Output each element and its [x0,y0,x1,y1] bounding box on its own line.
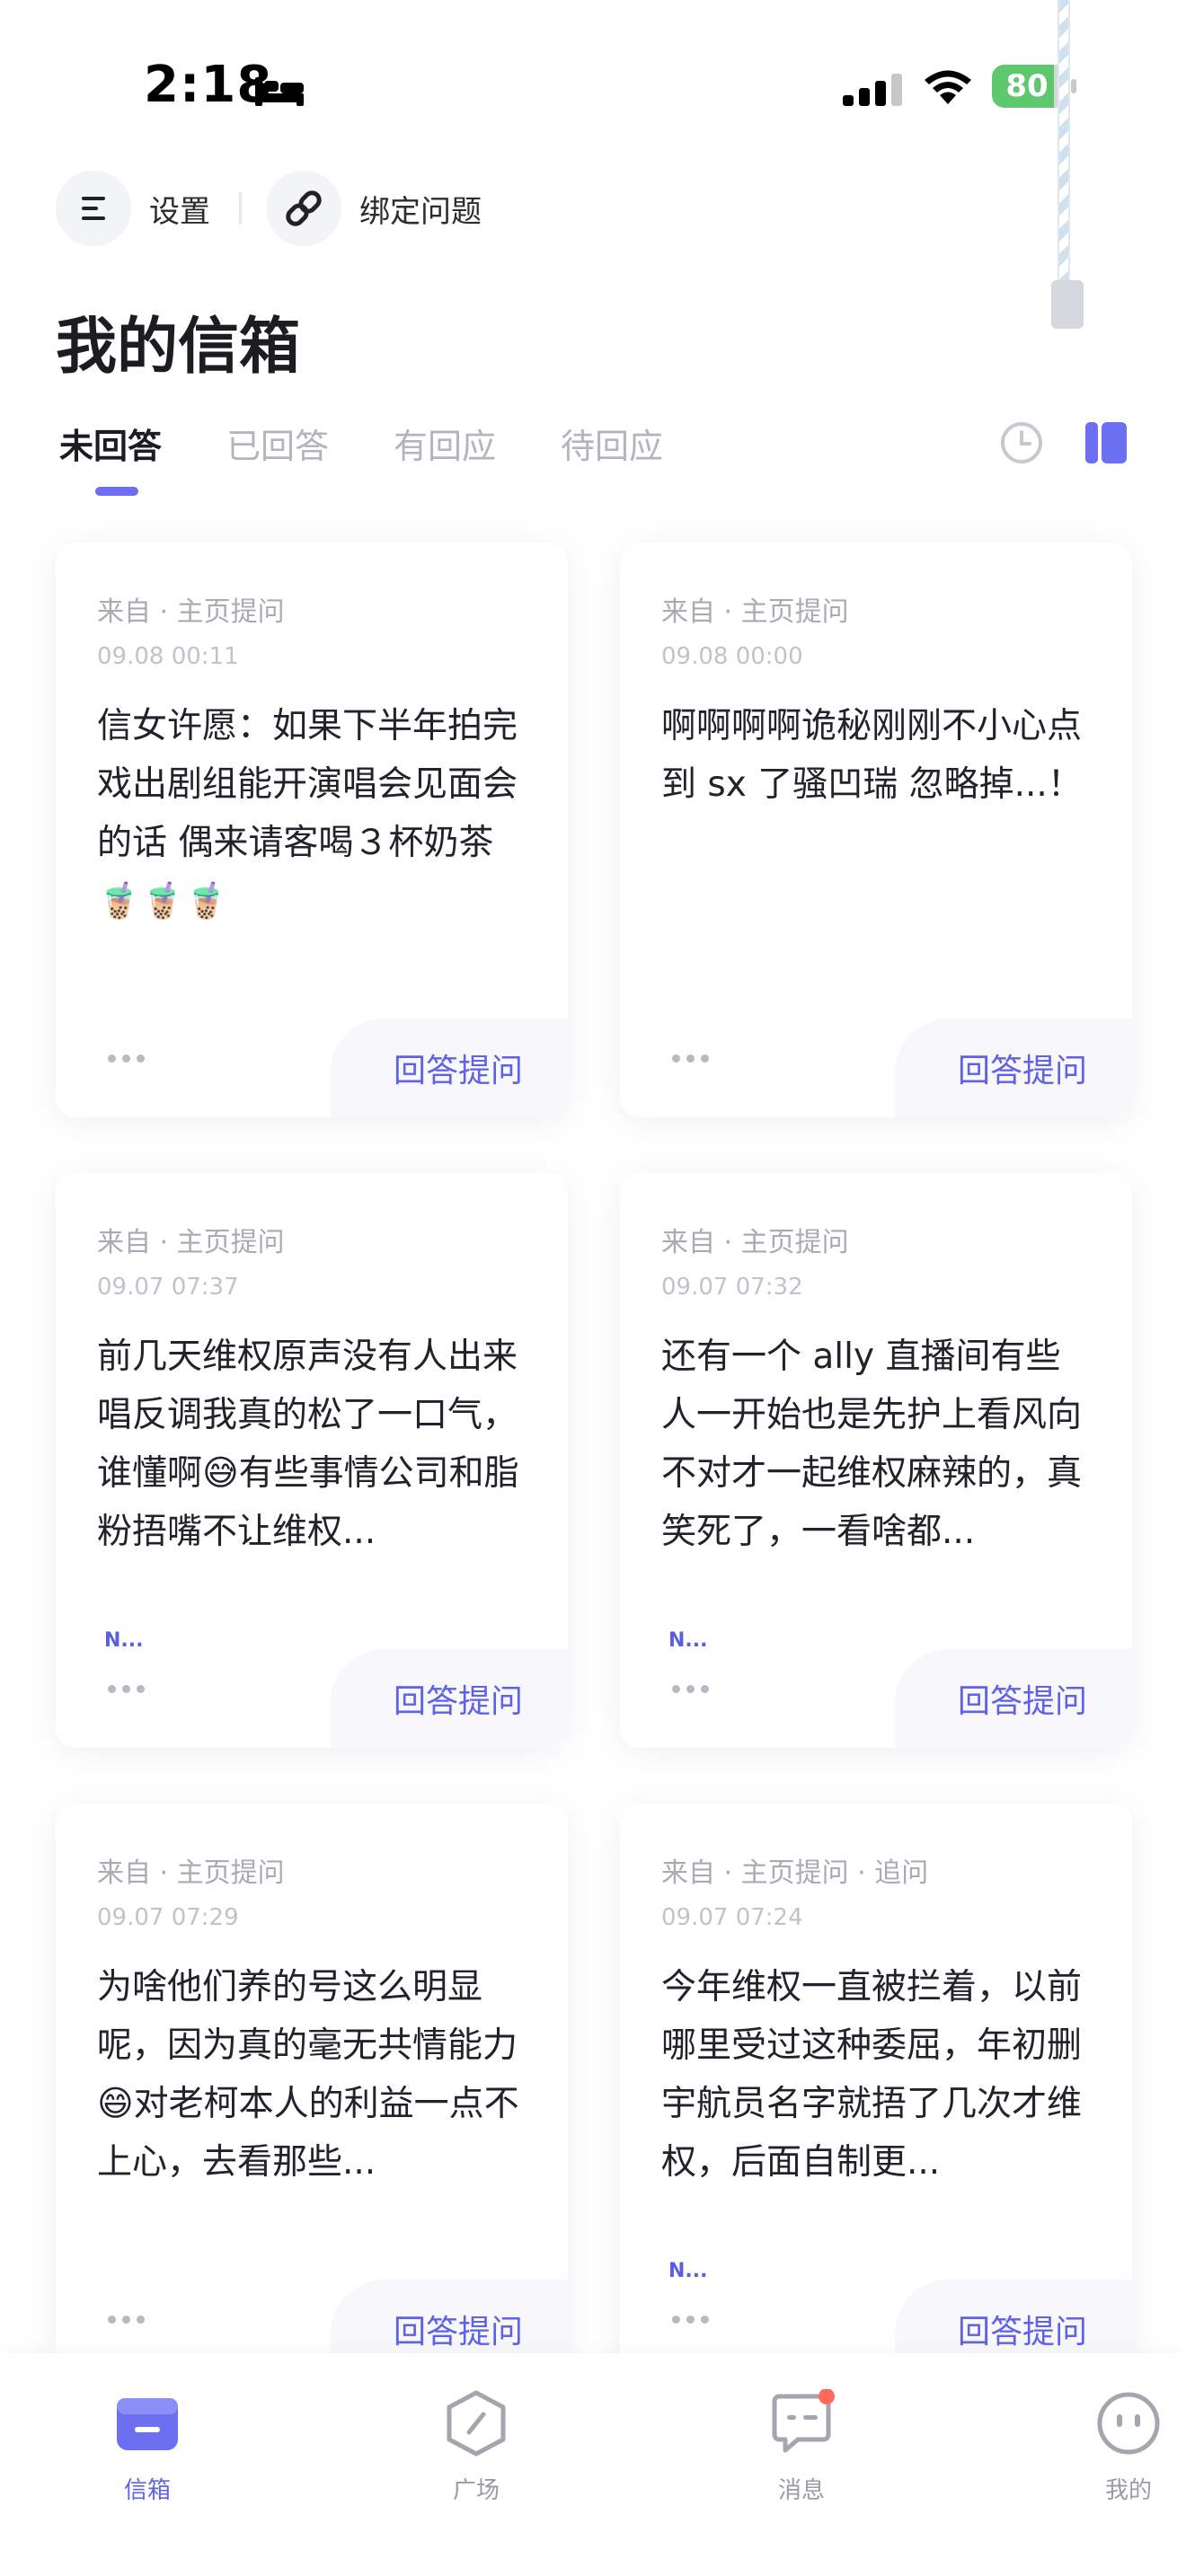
question-card[interactable]: 来自 · 主页提问 09.07 07:32 还有一个 ally 直播间有些人一开始也… [620,1173,1132,1748]
battery-cap [1071,79,1076,93]
battery-percent: 80 [1005,68,1049,104]
card-source: 来自 · 主页提问 [661,1227,849,1258]
card-tag: N... [668,2260,708,2282]
mailbox-icon [117,2398,178,2450]
pull-rope-decoration[interactable] [1058,0,1070,286]
tab-answered[interactable]: 已回答 [226,419,329,468]
pull-rope-handle[interactable] [1051,280,1084,329]
answer-question-label: 回答提问 [957,1053,1087,1090]
card-timestamp: 09.08 00:00 [661,643,803,670]
card-timestamp: 09.07 07:24 [661,1904,803,1931]
card-question-text: 还有一个 ally 直播间有些人一开始也是先护上看风向不对才一起维权麻辣的，真笑… [661,1337,1083,1552]
unread-badge [819,2389,835,2404]
card-question-text: 信女许愿：如果下半年拍完戏出剧组能开演唱会见面会的话 偶来请客喝３杯奶茶🧋🧋🧋 [97,706,518,922]
card-timestamp: 09.07 07:29 [97,1904,239,1931]
nav-label-square: 广场 [452,2477,500,2504]
nav-item-mailbox[interactable]: 信箱 [58,2371,237,2506]
more-options-icon[interactable] [672,2312,715,2326]
tab-responded[interactable]: 有回应 [394,419,496,468]
menu-icon [56,171,131,246]
card-question-text: 为啥他们养的号这么明显呢，因为真的毫无共情能力😄对老柯本人的利益一点不上心，去看… [97,1967,519,2183]
nav-item-square[interactable]: 广场 [386,2371,566,2506]
card-tag: N... [104,1629,144,1652]
page-title: 我的信箱 [56,312,301,383]
mailbox-screen: 2:18 80 ϟ [0,0,1186,2576]
nav-label-profile: 我的 [1104,2477,1152,2504]
answer-question-button[interactable]: 回答提问 [331,1019,568,1117]
bind-question-label: 绑定问题 [359,193,482,230]
answer-question-label: 回答提问 [957,1683,1087,1720]
active-tab-indicator [95,487,138,496]
answer-question-label: 回答提问 [957,2314,1087,2351]
bottom-nav: 信箱 广场 消息 我的 [0,2353,1186,2576]
header-divider [239,192,242,225]
more-options-icon[interactable] [672,1051,715,1065]
card-source: 来自 · 主页提问 [661,596,849,628]
card-question-text: 啊啊啊啊诡秘刚刚不小心点到 sx 了骚凹瑞 忽略掉...！ [661,706,1083,805]
cellular-signal-icon [843,74,902,106]
sleep-focus-icon [255,77,304,106]
card-source: 来自 · 主页提问 [97,1857,285,1889]
card-timestamp: 09.07 07:37 [97,1274,239,1301]
answer-question-label: 回答提问 [393,2314,523,2351]
question-card[interactable]: 来自 · 主页提问 · 追问 09.07 07:24 今年维权一直被拦着，以前哪里受… [620,1804,1132,2378]
answer-question-label: 回答提问 [393,1053,523,1090]
answer-question-button[interactable]: 回答提问 [895,1649,1132,1748]
nav-label-mailbox: 信箱 [123,2477,171,2504]
card-source: 来自 · 主页提问 [97,1227,285,1258]
more-options-icon[interactable] [108,1051,151,1065]
tab-pending[interactable]: 待回应 [561,419,663,468]
bind-question-button[interactable]: 绑定问题 [266,171,482,246]
question-card[interactable]: 来自 · 主页提问 09.07 07:29 为啥他们养的号这么明显呢，因为真的毫无共… [56,1804,568,2378]
more-options-icon[interactable] [108,1681,151,1696]
card-question-text: 今年维权一直被拦着，以前哪里受过这种委屈，年初删宇航员名字就捂了几次才维权，后面… [661,1967,1083,2183]
nav-label-messages: 消息 [777,2477,825,2504]
card-question-text: 前几天维权原声没有人出来唱反调我真的松了一口气，谁懂啊😅有些事情公司和脂粉捂嘴不… [97,1337,519,1552]
nav-item-profile[interactable]: 我的 [1039,2371,1186,2506]
compass-icon [447,2390,506,2457]
question-card[interactable]: 来自 · 主页提问 09.08 00:11 信女许愿：如果下半年拍完戏出剧组能开演唱… [56,543,568,1117]
chat-icon [772,2389,835,2453]
answer-question-label: 回答提问 [393,1683,523,1720]
card-source: 来自 · 主页提问 [97,596,285,628]
card-timestamp: 09.08 00:11 [97,643,239,670]
link-icon [266,171,341,246]
question-card[interactable]: 来自 · 主页提问 09.08 00:00 啊啊啊啊诡秘刚刚不小心点到 sx 了骚凹… [620,543,1132,1117]
tab-unanswered[interactable]: 未回答 [59,419,162,468]
card-source: 来自 · 主页提问 · 追问 [661,1857,929,1889]
answer-question-button[interactable]: 回答提问 [895,1019,1132,1117]
card-timestamp: 09.07 07:32 [661,1274,803,1301]
more-options-icon[interactable] [108,2312,151,2326]
more-options-icon[interactable] [672,1681,715,1696]
wifi-icon [925,70,971,104]
settings-label: 设置 [149,193,210,230]
nav-item-messages[interactable]: 消息 [712,2371,891,2506]
face-icon [1097,2392,1160,2455]
answer-question-button[interactable]: 回答提问 [331,1649,568,1748]
status-bar: 2:18 80 ϟ [0,0,1186,171]
card-tag: N... [668,1629,708,1652]
clock-icon[interactable] [999,420,1044,465]
layout-toggle-icon[interactable] [1084,420,1128,465]
question-card[interactable]: 来自 · 主页提问 09.07 07:37 前几天维权原声没有人出来唱反调我真的松了… [56,1173,568,1748]
settings-button[interactable]: 设置 [56,171,210,246]
